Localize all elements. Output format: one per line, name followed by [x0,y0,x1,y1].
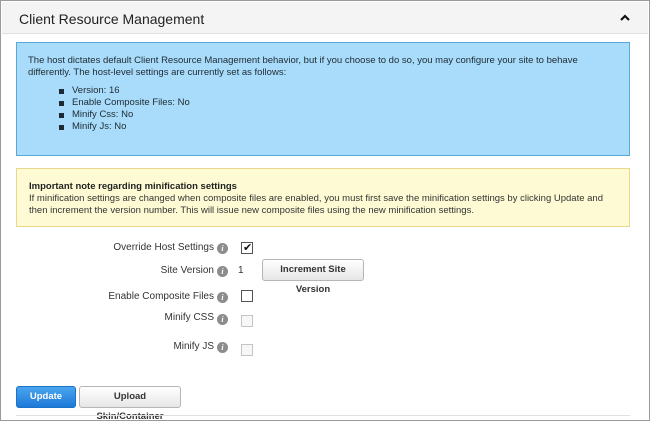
minify-js-label: Minify JS [173,341,214,352]
help-icon[interactable]: i [217,266,228,277]
list-item-text: Minify Css: No [72,109,134,120]
warning-text: If minification settings are changed whe… [29,193,603,216]
warning-title: Important note regarding minification se… [29,181,237,192]
list-item: Minify Js: No [59,121,190,133]
increment-site-version-button[interactable]: Increment Site Version [262,259,364,295]
bullet-icon [59,101,64,106]
enable-composite-files-label: Enable Composite Files [108,291,214,302]
minify-css-label: Minify CSS [164,312,214,323]
override-host-settings-checkbox[interactable]: ✔ [241,241,253,254]
help-icon[interactable]: i [217,292,228,303]
list-item: Enable Composite Files: No [59,97,190,109]
bullet-icon [59,125,64,130]
bullet-icon [59,113,64,118]
chevron-up-icon[interactable] [619,12,631,24]
minify-css-checkbox [241,315,253,327]
override-host-settings-label: Override Host Settings [113,242,214,253]
minify-js-checkbox [241,344,253,356]
host-settings-info: The host dictates default Client Resourc… [16,42,630,156]
update-button[interactable]: Update [16,386,76,408]
settings-panel: Client Resource Management The host dict… [0,0,650,422]
minification-warning: Important note regarding minification se… [16,168,630,227]
help-icon[interactable]: i [217,314,228,325]
site-version-value: 1 [238,265,244,276]
help-icon[interactable]: i [217,342,228,353]
list-item-text: Enable Composite Files: No [72,97,190,108]
upload-skin-container-button[interactable]: Upload Skin/Container [79,386,181,422]
enable-composite-files-checkbox[interactable] [241,290,253,302]
info-text: The host dictates default Client Resourc… [28,55,578,78]
checkmark-icon: ✔ [243,241,253,254]
site-version-label: Site Version [160,265,214,276]
host-settings-list: Version: 16 Enable Composite Files: No M… [59,85,190,133]
section-title: Client Resource Management [19,11,205,27]
bullet-icon [59,89,64,94]
help-icon[interactable]: i [217,243,228,254]
list-item: Version: 16 [59,85,190,97]
section-header[interactable]: Client Resource Management [2,2,648,34]
divider [16,415,630,416]
list-item-text: Version: 16 [72,85,120,96]
list-item-text: Minify Js: No [72,121,127,132]
list-item: Minify Css: No [59,109,190,121]
